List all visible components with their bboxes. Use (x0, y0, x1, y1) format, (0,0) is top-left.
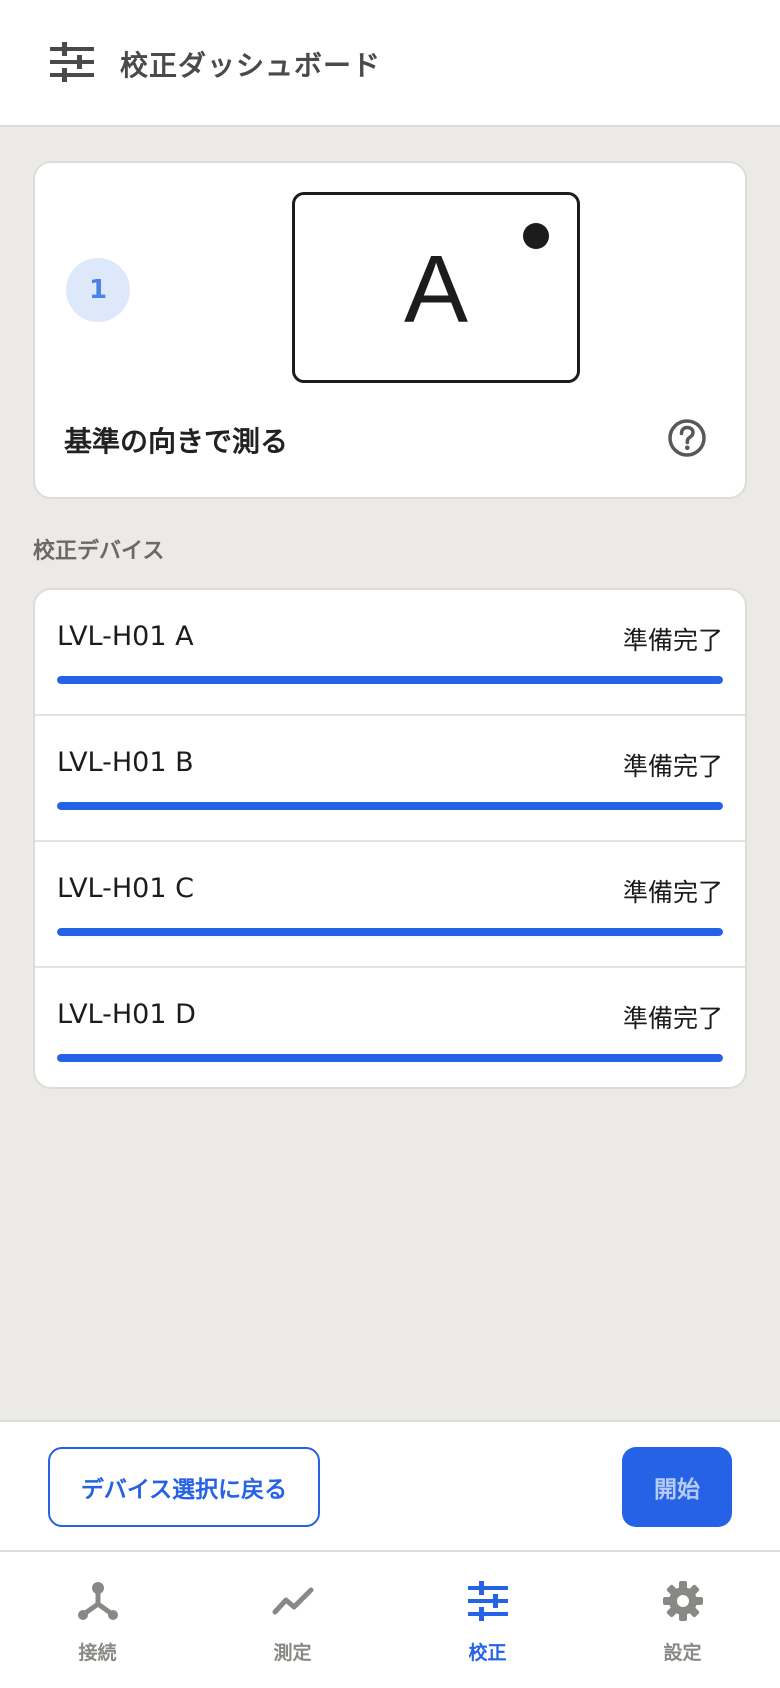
connection-icon (78, 1582, 118, 1620)
device-name: LVL-H01 B (57, 747, 194, 778)
sliders-icon (468, 1581, 508, 1621)
device-status: 準備完了 (622, 752, 723, 781)
trend-chart-icon (272, 1587, 314, 1615)
device-status: 準備完了 (622, 1004, 723, 1033)
device-list: LVL-H01 A 準備完了 LVL-H01 B 準備完了 LVL-H01 C … (33, 588, 747, 1089)
action-bar: デバイス選択に戻る 開始 (0, 1420, 780, 1550)
device-name: LVL-H01 D (57, 999, 196, 1030)
list-item[interactable]: LVL-H01 D 準備完了 (35, 968, 745, 1087)
page-title: 校正ダッシュボード (120, 49, 382, 82)
gear-icon (663, 1581, 703, 1621)
device-name: LVL-H01 A (57, 621, 194, 652)
bottom-tab-bar: 接続 測定 校正 設定 (0, 1550, 780, 1688)
progress-bar (57, 802, 723, 810)
progress-fill (57, 928, 723, 936)
orientation-card: 1 A 基準の向きで測る (33, 161, 747, 499)
list-item[interactable]: LVL-H01 B 準備完了 (35, 716, 745, 842)
tab-measurement[interactable]: 測定 (195, 1552, 390, 1688)
section-title-devices: 校正デバイス (33, 539, 165, 564)
progress-fill (57, 1054, 723, 1062)
sliders-icon (50, 42, 94, 82)
device-illustration: A (292, 192, 580, 383)
progress-fill (57, 676, 723, 684)
list-item[interactable]: LVL-H01 C 準備完了 (35, 842, 745, 968)
device-status: 準備完了 (622, 626, 723, 655)
progress-bar (57, 928, 723, 936)
progress-fill (57, 802, 723, 810)
step-badge: 1 (66, 258, 130, 322)
orientation-dot (523, 223, 549, 249)
orientation-instruction: 基準の向きで測る (64, 425, 289, 458)
tab-label: 設定 (663, 1642, 702, 1664)
tab-calibration[interactable]: 校正 (390, 1552, 585, 1688)
tab-label: 測定 (273, 1642, 312, 1664)
tab-label: 接続 (78, 1642, 117, 1664)
device-letter: A (403, 236, 469, 343)
progress-bar (57, 1054, 723, 1062)
device-name: LVL-H01 C (57, 873, 194, 904)
progress-bar (57, 676, 723, 684)
tab-label: 校正 (468, 1642, 507, 1664)
device-status: 準備完了 (622, 878, 723, 907)
back-to-device-select-button[interactable]: デバイス選択に戻る (48, 1447, 320, 1527)
app-header: 校正ダッシュボード (0, 0, 780, 127)
start-button[interactable]: 開始 (622, 1447, 732, 1527)
help-circle-icon[interactable] (667, 418, 707, 458)
list-item[interactable]: LVL-H01 A 準備完了 (35, 590, 745, 716)
tab-settings[interactable]: 設定 (585, 1552, 780, 1688)
tab-connection[interactable]: 接続 (0, 1552, 195, 1688)
